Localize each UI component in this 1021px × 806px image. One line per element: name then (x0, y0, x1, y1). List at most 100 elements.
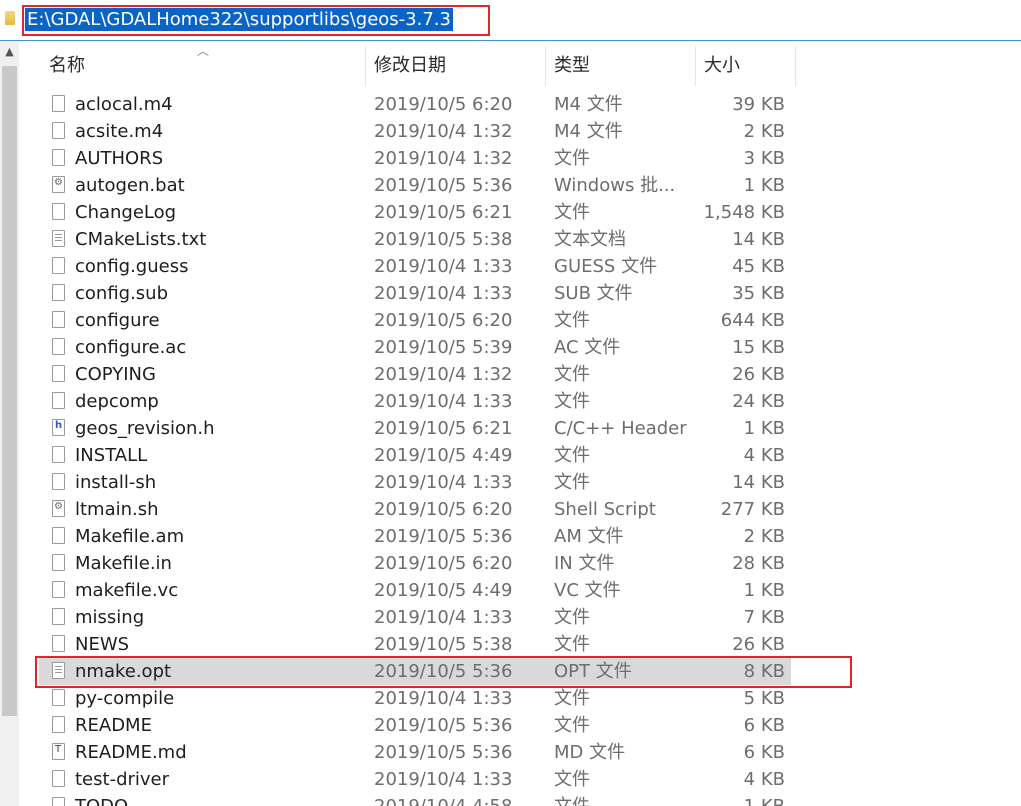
vertical-scrollbar[interactable]: ▲ (0, 42, 19, 806)
file-type: 文件 (554, 445, 590, 466)
file-row[interactable]: config.sub 2019/10/4 1:33 SUB 文件 35 KB (19, 280, 1021, 307)
file-row[interactable]: geos_revision.h 2019/10/5 6:21 C/C++ Heade… (19, 415, 1021, 442)
script-file-icon (52, 500, 65, 517)
file-name: install-sh (75, 472, 157, 493)
file-type: 文件 (554, 391, 590, 412)
file-icon (52, 554, 65, 571)
text-file-icon (52, 662, 65, 679)
column-name-header[interactable]: 名称 (49, 42, 85, 86)
address-bar[interactable]: E:\GDAL\GDALHome322\supportlibs\geos-3.7… (0, 0, 1021, 41)
column-type-header[interactable]: 类型 (554, 42, 590, 86)
file-row[interactable]: depcomp 2019/10/4 1:33 文件 24 KB (19, 388, 1021, 415)
file-type: 文件 (554, 310, 590, 331)
file-size: 5 KB (743, 688, 785, 709)
column-date-header[interactable]: 修改日期 (374, 42, 446, 86)
file-row[interactable]: AUTHORS 2019/10/4 1:32 文件 3 KB (19, 145, 1021, 172)
file-icon (52, 149, 65, 166)
file-date: 2019/10/4 1:33 (374, 607, 513, 628)
file-row[interactable]: Makefile.am 2019/10/5 5:36 AM 文件 2 KB (19, 523, 1021, 550)
file-row[interactable]: Makefile.in 2019/10/5 6:20 IN 文件 28 KB (19, 550, 1021, 577)
file-row[interactable]: INSTALL 2019/10/5 4:49 文件 4 KB (19, 442, 1021, 469)
file-date: 2019/10/4 1:33 (374, 256, 513, 277)
column-header: ︿ 名称 修改日期 类型 大小 (19, 42, 1021, 86)
column-divider[interactable] (695, 46, 696, 86)
file-row[interactable]: config.guess 2019/10/4 1:33 GUESS 文件 45 KB (19, 253, 1021, 280)
file-date: 2019/10/5 5:36 (374, 715, 513, 736)
file-icon (52, 635, 65, 652)
file-date: 2019/10/5 6:20 (374, 499, 513, 520)
scroll-thumb[interactable] (2, 66, 17, 716)
file-date: 2019/10/4 1:33 (374, 283, 513, 304)
column-divider[interactable] (365, 46, 366, 86)
file-name: missing (75, 607, 145, 628)
file-date: 2019/10/5 5:39 (374, 337, 513, 358)
file-size: 277 KB (720, 499, 785, 520)
file-size: 3 KB (743, 148, 785, 169)
file-row[interactable]: CMakeLists.txt 2019/10/5 5:38 文本文档 14 KB (19, 226, 1021, 253)
file-name: config.sub (75, 283, 169, 304)
file-row[interactable]: py-compile 2019/10/4 1:33 文件 5 KB (19, 685, 1021, 712)
file-date: 2019/10/5 6:21 (374, 202, 513, 223)
file-size: 4 KB (743, 769, 785, 790)
file-date: 2019/10/5 5:38 (374, 229, 513, 250)
file-icon (52, 689, 65, 706)
file-type: Shell Script (554, 499, 656, 520)
file-row[interactable]: README 2019/10/5 5:36 文件 6 KB (19, 712, 1021, 739)
file-row[interactable]: aclocal.m4 2019/10/5 6:20 M4 文件 39 KB (19, 91, 1021, 118)
markdown-file-icon (52, 743, 65, 760)
file-row[interactable]: test-driver 2019/10/4 1:33 文件 4 KB (19, 766, 1021, 793)
file-row[interactable]: configure.ac 2019/10/5 5:39 AC 文件 15 KB (19, 334, 1021, 361)
file-type: M4 文件 (554, 121, 623, 142)
text-file-icon (52, 230, 65, 247)
column-size-header[interactable]: 大小 (704, 42, 740, 86)
file-row[interactable]: makefile.vc 2019/10/5 4:49 VC 文件 1 KB (19, 577, 1021, 604)
file-type: 文本文档 (554, 229, 626, 250)
file-size: 8 KB (743, 661, 785, 682)
file-type: 文件 (554, 364, 590, 385)
file-date: 2019/10/4 1:32 (374, 148, 513, 169)
file-row[interactable]: TODO 2019/10/4 4:58 文件 1 KB (19, 793, 1021, 806)
file-row[interactable]: missing 2019/10/4 1:33 文件 7 KB (19, 604, 1021, 631)
file-date: 2019/10/4 1:32 (374, 121, 513, 142)
file-name: config.guess (75, 256, 189, 277)
column-divider[interactable] (545, 46, 546, 86)
file-size: 1 KB (743, 580, 785, 601)
file-type: AC 文件 (554, 337, 621, 358)
file-icon (52, 581, 65, 598)
file-name: configure (75, 310, 160, 331)
file-icon (52, 608, 65, 625)
file-date: 2019/10/4 1:33 (374, 472, 513, 493)
file-name: nmake.opt (75, 661, 172, 682)
file-size: 6 KB (743, 742, 785, 763)
column-divider[interactable] (795, 46, 796, 86)
file-row[interactable]: README.md 2019/10/5 5:36 MD 文件 6 KB (19, 739, 1021, 766)
file-type: IN 文件 (554, 553, 615, 574)
file-row[interactable]: autogen.bat 2019/10/5 5:36 Windows 批... 1 K… (19, 172, 1021, 199)
file-size: 28 KB (732, 553, 785, 574)
file-row[interactable]: COPYING 2019/10/4 1:32 文件 26 KB (19, 361, 1021, 388)
scroll-up-arrow-icon[interactable]: ▲ (0, 42, 19, 62)
file-name: NEWS (75, 634, 130, 655)
file-name: acsite.m4 (75, 121, 164, 142)
file-icon (52, 365, 65, 382)
address-path[interactable]: E:\GDAL\GDALHome322\supportlibs\geos-3.7… (25, 8, 453, 31)
file-size: 4 KB (743, 445, 785, 466)
file-row[interactable]: install-sh 2019/10/4 1:33 文件 14 KB (19, 469, 1021, 496)
file-row[interactable]: NEWS 2019/10/5 5:38 文件 26 KB (19, 631, 1021, 658)
file-row[interactable]: ltmain.sh 2019/10/5 6:20 Shell Script 277 K… (19, 496, 1021, 523)
file-icon (52, 338, 65, 355)
header-file-icon (52, 419, 65, 436)
file-row[interactable]: nmake.opt 2019/10/5 5:36 OPT 文件 8 KB (19, 658, 1021, 685)
script-file-icon (52, 176, 65, 193)
file-row[interactable]: acsite.m4 2019/10/4 1:32 M4 文件 2 KB (19, 118, 1021, 145)
file-type: SUB 文件 (554, 283, 633, 304)
file-size: 2 KB (743, 121, 785, 142)
file-row[interactable]: ChangeLog 2019/10/5 6:21 文件 1,548 KB (19, 199, 1021, 226)
file-type: M4 文件 (554, 94, 623, 115)
file-size: 39 KB (732, 94, 785, 115)
file-size: 1 KB (679, 793, 785, 806)
file-date: 2019/10/5 5:36 (374, 175, 513, 196)
file-date: 2019/10/4 1:33 (374, 391, 513, 412)
file-name: makefile.vc (75, 580, 179, 601)
file-row[interactable]: configure 2019/10/5 6:20 文件 644 KB (19, 307, 1021, 334)
